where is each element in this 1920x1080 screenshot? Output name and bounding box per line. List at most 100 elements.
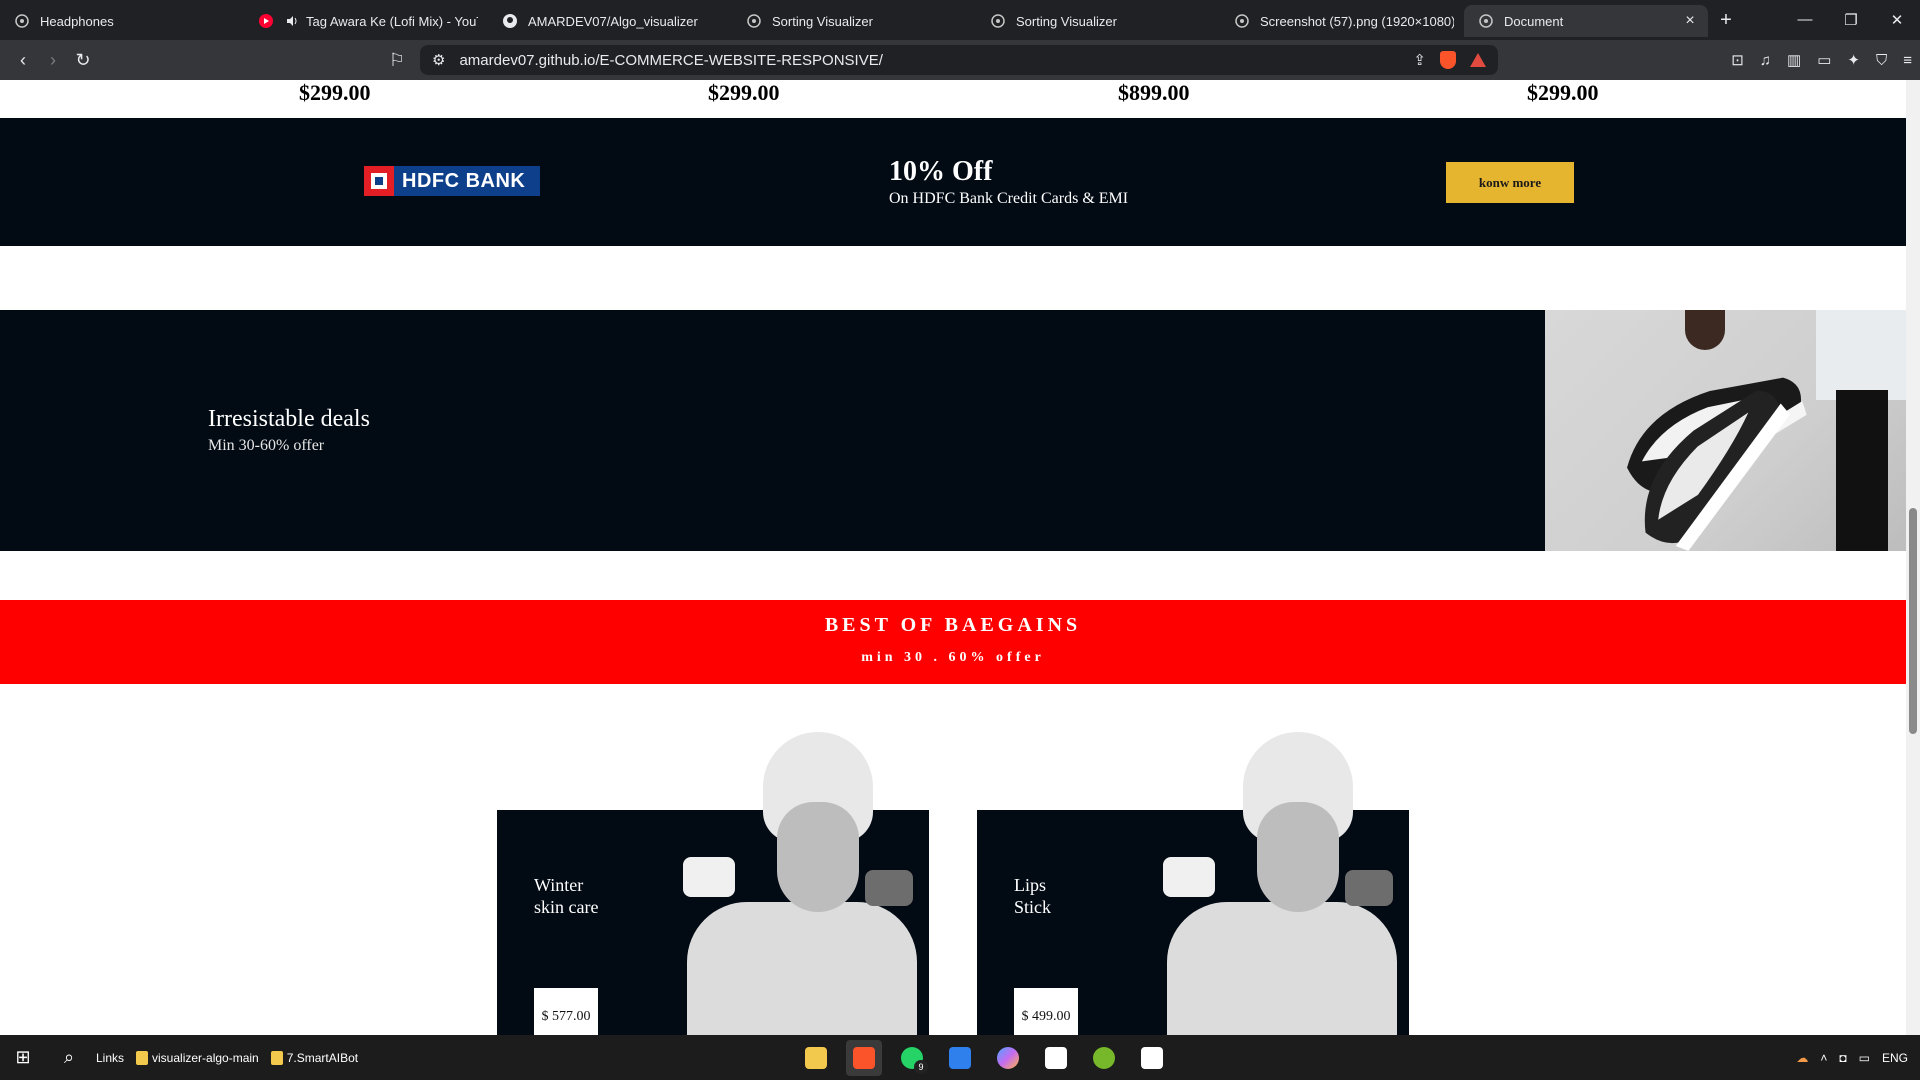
product-price: $299.00 (299, 80, 371, 105)
system-tray: ☁ ˄ ◘ ▭ ENG (1796, 1035, 1908, 1080)
irresistible-deals-banner: Irresistable deals Min 30-60% offer (0, 310, 1906, 551)
screenshot-icon[interactable]: ⊡ (1731, 51, 1744, 69)
skincare-model-image (1147, 732, 1409, 1035)
file-explorer-icon[interactable] (798, 1040, 834, 1076)
brave-browser-icon[interactable] (846, 1039, 882, 1076)
tab-github[interactable]: AMARDEV07/Algo_visualizer (488, 5, 732, 37)
card-price: $ 499.00 (1014, 988, 1078, 1035)
sneaker-image (1545, 310, 1906, 551)
address-bar[interactable]: ⚙ amardev07.github.io/E-COMMERCE-WEBSITE… (420, 45, 1498, 75)
product-price: $299.00 (708, 80, 780, 105)
windows-taskbar: ⊞ ⌕ Links visualizer-algo-main 7.SmartAI… (0, 1035, 1920, 1080)
tab-headphones[interactable]: Headphones (0, 5, 244, 37)
battery-icon[interactable]: ▭ (1859, 1051, 1870, 1065)
card-label-line: Lips (1014, 875, 1047, 895)
tab-document[interactable]: Document × (1464, 5, 1708, 37)
new-tab-button[interactable]: + (1708, 9, 1744, 32)
globe-icon (746, 13, 762, 29)
tab-sorting-visualizer-1[interactable]: Sorting Visualizer (732, 5, 976, 37)
windows-start-icon[interactable]: ⊞ (0, 1047, 46, 1068)
folder-shortcut[interactable]: 7.SmartAIBot (270, 1050, 358, 1065)
bargains-subtitle: min 30 . 60% offer (861, 650, 1045, 665)
product-card-lipstick[interactable]: Lips Stick $ 499.00 (977, 732, 1409, 1035)
folder-icon (270, 1050, 283, 1065)
browser-toolbar: ‹ › ↻ ⚐ ⚙ amardev07.github.io/E-COMMERCE… (0, 40, 1920, 80)
page-scrollbar[interactable] (1906, 80, 1920, 1035)
bargains-title: BEST OF BAEGAINS (824, 614, 1082, 636)
folder-icon (136, 1050, 149, 1065)
sidebar-icon[interactable]: ▥ (1787, 51, 1801, 69)
tab-title: Headphones (40, 13, 114, 29)
folder-shortcut[interactable]: visualizer-algo-main (136, 1050, 259, 1065)
vpn-icon[interactable]: ⛉ (1876, 52, 1887, 69)
forward-icon[interactable]: › (38, 50, 68, 71)
camera-icon[interactable]: ◘ (1839, 1051, 1846, 1065)
reload-icon[interactable]: ↻ (68, 50, 98, 71)
leo-ai-icon[interactable]: ✦ (1847, 51, 1860, 69)
globe-icon (990, 13, 1006, 29)
search-icon[interactable]: ⌕ (46, 1047, 92, 1068)
offer-title: 10% Off (889, 156, 993, 187)
copilot-icon[interactable] (990, 1040, 1026, 1076)
card-price: $ 577.00 (534, 988, 598, 1035)
skincare-model-image (667, 732, 929, 1035)
taskbar-apps: 9 (798, 1035, 1170, 1080)
tab-screenshot[interactable]: Screenshot (57).png (1920×1080) (1220, 5, 1464, 37)
globe-icon (1234, 13, 1250, 29)
hdfc-logo-mark-icon (364, 166, 394, 196)
tab-title: Tag Awara Ke (Lofi Mix) - YouTube (306, 13, 478, 29)
folder-label: visualizer-algo-main (152, 1050, 259, 1065)
tab-youtube[interactable]: Tag Awara Ke (Lofi Mix) - YouTube (244, 5, 488, 37)
know-more-button[interactable]: konw more (1446, 162, 1574, 203)
tab-title: Document (1504, 13, 1564, 29)
media-icon[interactable]: ♫ (1760, 52, 1771, 69)
restore-icon[interactable]: ❐ (1828, 11, 1874, 29)
product-price: $899.00 (1118, 80, 1190, 105)
links-toolbar-label[interactable]: Links (96, 1051, 124, 1065)
product-price: $299.00 (1527, 80, 1599, 105)
share-icon[interactable]: ⇪ (1413, 51, 1426, 69)
deals-title: Irresistable deals (208, 406, 370, 432)
offer-subtitle: On HDFC Bank Credit Cards & EMI (889, 190, 1129, 207)
notion-icon[interactable] (1038, 1040, 1074, 1076)
card-label-line: Winter (534, 875, 584, 895)
chevron-up-icon[interactable]: ˄ (1820, 1051, 1827, 1065)
globe-icon (1478, 13, 1494, 29)
utorrent-icon[interactable] (1086, 1040, 1122, 1076)
product-price-row: $299.00 $299.00 $899.00 $299.00 (0, 80, 1906, 118)
browser-tab-bar: Headphones Tag Awara Ke (Lofi Mix) - You… (0, 0, 1920, 40)
youtube-icon (258, 13, 274, 29)
wallet-icon[interactable]: ▭ (1817, 51, 1831, 69)
vscode-icon[interactable] (942, 1040, 978, 1076)
best-of-bargains-banner: BEST OF BAEGAINS min 30 . 60% offer (0, 600, 1906, 684)
language-indicator[interactable]: ENG (1882, 1051, 1908, 1065)
card-label-line: skin care (534, 897, 599, 917)
whatsapp-icon[interactable]: 9 (894, 1040, 930, 1076)
page-viewport: $299.00 $299.00 $899.00 $299.00 HDFC BAN… (0, 80, 1906, 1035)
tab-title: Sorting Visualizer (772, 13, 873, 29)
weather-icon[interactable]: ☁ (1796, 1051, 1808, 1065)
hdfc-offer-banner: HDFC BANK 10% Off On HDFC Bank Credit Ca… (0, 118, 1906, 246)
tab-title: AMARDEV07/Algo_visualizer (528, 13, 698, 29)
tab-title: Screenshot (57).png (1920×1080) (1260, 13, 1454, 29)
speaker-icon[interactable] (284, 13, 300, 29)
notion-icon[interactable] (1134, 1040, 1170, 1076)
brave-rewards-icon[interactable] (1470, 53, 1486, 67)
tab-title: Sorting Visualizer (1016, 13, 1117, 29)
brave-shields-icon[interactable] (1440, 51, 1456, 69)
bookmark-icon[interactable]: ⚐ (382, 50, 412, 71)
minimize-icon[interactable]: — (1782, 11, 1828, 29)
tab-sorting-visualizer-2[interactable]: Sorting Visualizer (976, 5, 1220, 37)
menu-icon[interactable]: ≡ (1903, 52, 1912, 69)
site-info-icon[interactable]: ⚙ (432, 51, 445, 69)
globe-icon (14, 13, 30, 29)
product-card-winter-skin-care[interactable]: Winter skin care $ 577.00 (497, 732, 929, 1035)
close-tab-icon[interactable]: × (1682, 12, 1698, 30)
close-window-icon[interactable]: ✕ (1874, 11, 1920, 29)
card-label: Lips Stick (1014, 874, 1051, 918)
card-label: Winter skin care (534, 874, 598, 918)
github-icon (502, 13, 518, 29)
scrollbar-thumb[interactable] (1909, 508, 1917, 734)
back-icon[interactable]: ‹ (8, 50, 38, 71)
url-text[interactable]: amardev07.github.io/E-COMMERCE-WEBSITE-R… (459, 52, 1413, 69)
